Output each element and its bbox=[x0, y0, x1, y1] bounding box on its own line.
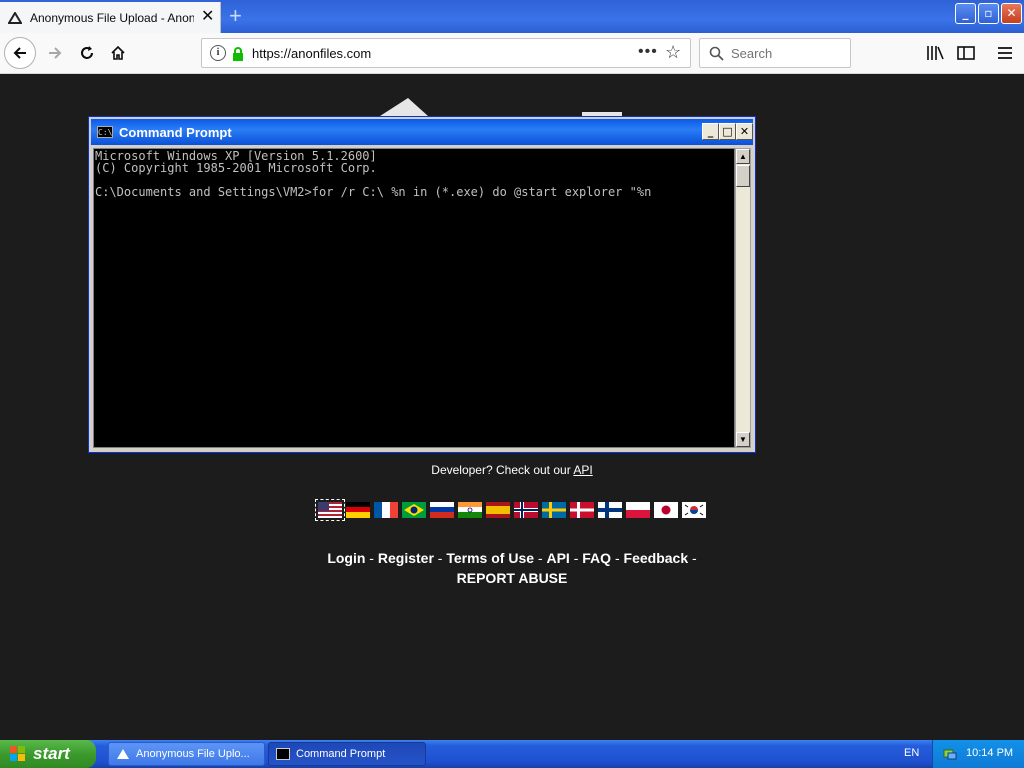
window-title: Command Prompt bbox=[119, 125, 232, 140]
page-actions-icon[interactable]: ••• bbox=[638, 43, 658, 61]
footer-links: Login - Register - Terms of Use - API - … bbox=[0, 548, 1024, 588]
browser-tab-active[interactable]: Anonymous File Upload - AnonFiles ✕ bbox=[0, 2, 221, 33]
register-link[interactable]: Register bbox=[378, 550, 434, 566]
taskbar-item-command-prompt[interactable]: Command Prompt bbox=[268, 742, 426, 766]
separator: - bbox=[433, 550, 447, 566]
reload-icon bbox=[81, 46, 93, 59]
language-indicator[interactable]: EN bbox=[904, 747, 919, 759]
vertical-scrollbar[interactable]: ▲ ▼ bbox=[735, 148, 751, 448]
new-tab-button[interactable]: + bbox=[229, 2, 242, 30]
console-line: (C) Copyright 1985-2001 Microsoft Corp. bbox=[95, 161, 377, 175]
bookmark-star-icon[interactable]: ☆ bbox=[665, 42, 681, 63]
separator: - bbox=[534, 550, 547, 566]
console-output[interactable]: Microsoft Windows XP [Version 5.1.2600] … bbox=[93, 148, 735, 448]
library-icon bbox=[927, 46, 944, 60]
windows-taskbar: start Anonymous File Uplo... Command Pro… bbox=[0, 740, 1024, 768]
lock-icon bbox=[233, 47, 243, 61]
taskbar-item-label: Anonymous File Uplo... bbox=[136, 748, 250, 760]
scrollbar-thumb[interactable] bbox=[736, 165, 750, 187]
search-bar[interactable]: Search bbox=[699, 38, 851, 68]
flag-fr-icon[interactable] bbox=[374, 502, 398, 518]
scroll-up-arrow-icon[interactable]: ▲ bbox=[736, 149, 750, 164]
url-text[interactable]: https://anonfiles.com bbox=[252, 46, 371, 61]
forward-button[interactable] bbox=[40, 39, 70, 67]
back-arrow-icon bbox=[13, 47, 26, 59]
console-command-line[interactable]: C:\Documents and Settings\VM2>for /r C:\… bbox=[95, 186, 651, 198]
cmd-maximize-button[interactable]: □ bbox=[719, 123, 736, 140]
windows-logo-icon bbox=[10, 746, 25, 761]
flag-pl-icon[interactable] bbox=[626, 502, 650, 518]
tab-title: Anonymous File Upload - AnonFiles bbox=[30, 11, 194, 25]
flag-in-icon[interactable] bbox=[458, 502, 482, 518]
system-tray: 10:14 PM bbox=[932, 740, 1024, 768]
menu-button[interactable] bbox=[990, 39, 1020, 67]
minimize-window-button[interactable]: _ bbox=[955, 3, 976, 24]
flag-ru-icon[interactable] bbox=[430, 502, 454, 518]
back-button[interactable] bbox=[4, 37, 36, 69]
flag-fi-icon[interactable] bbox=[598, 502, 622, 518]
flag-no-icon[interactable] bbox=[514, 502, 538, 518]
taskbar-clock[interactable]: 10:14 PM bbox=[966, 747, 1013, 759]
browser-tab-strip: Anonymous File Upload - AnonFiles ✕ + _ … bbox=[0, 0, 1024, 33]
browser-nav-bar: i https://anonfiles.com ••• ☆ Search bbox=[0, 33, 1024, 74]
login-link[interactable]: Login bbox=[327, 550, 365, 566]
start-label: start bbox=[33, 744, 70, 763]
search-placeholder: Search bbox=[731, 46, 773, 61]
api-link[interactable]: API bbox=[573, 463, 592, 477]
cmd-icon: C:\ bbox=[97, 126, 113, 138]
developer-text: Developer? Check out our bbox=[431, 463, 574, 477]
taskbar-item-label: Command Prompt bbox=[296, 748, 386, 760]
cmd-minimize-button[interactable]: _ bbox=[702, 123, 719, 140]
feedback-link[interactable]: Feedback bbox=[624, 550, 689, 566]
library-button[interactable] bbox=[920, 39, 950, 67]
flag-se-icon[interactable] bbox=[542, 502, 566, 518]
flag-br-icon[interactable] bbox=[402, 502, 426, 518]
flag-jp-icon[interactable] bbox=[654, 502, 678, 518]
separator: - bbox=[365, 550, 378, 566]
url-bar[interactable]: i https://anonfiles.com ••• ☆ bbox=[201, 38, 691, 68]
cmd-close-button[interactable]: ✕ bbox=[736, 123, 753, 140]
separator: - bbox=[569, 550, 583, 566]
hamburger-menu-icon bbox=[998, 47, 1012, 59]
faq-link[interactable]: FAQ bbox=[582, 550, 611, 566]
site-logo-fragment-icon bbox=[380, 98, 428, 116]
restore-window-button[interactable]: ▫ bbox=[978, 3, 999, 24]
taskbar-item-browser[interactable]: Anonymous File Uplo... bbox=[108, 742, 265, 766]
command-prompt-titlebar[interactable]: C:\ Command Prompt _ □ ✕ bbox=[91, 119, 753, 145]
site-info-icon[interactable]: i bbox=[210, 45, 226, 61]
report-abuse-link[interactable]: REPORT ABUSE bbox=[457, 570, 568, 586]
forward-arrow-icon bbox=[49, 47, 62, 59]
flag-kr-icon[interactable] bbox=[682, 502, 706, 518]
command-prompt-window[interactable]: C:\ Command Prompt _ □ ✕ Microsoft Windo… bbox=[88, 116, 756, 453]
footer-api-link[interactable]: API bbox=[546, 550, 569, 566]
flag-dk-icon[interactable] bbox=[570, 502, 594, 518]
network-icon[interactable] bbox=[943, 747, 957, 761]
reload-button[interactable] bbox=[72, 39, 102, 67]
close-window-button[interactable]: ✕ bbox=[1001, 3, 1022, 24]
flag-de-icon[interactable] bbox=[346, 502, 370, 518]
developer-api-notice: Developer? Check out our API bbox=[0, 463, 1024, 477]
separator: - bbox=[611, 550, 624, 566]
home-icon bbox=[111, 45, 125, 60]
anonfiles-favicon-icon bbox=[8, 12, 22, 24]
flag-es-icon[interactable] bbox=[486, 502, 510, 518]
home-button[interactable] bbox=[103, 39, 133, 67]
cmd-taskbar-icon bbox=[276, 748, 290, 760]
flag-us-icon[interactable] bbox=[315, 499, 345, 521]
tab-close-icon[interactable]: ✕ bbox=[201, 8, 214, 26]
terms-link[interactable]: Terms of Use bbox=[446, 550, 534, 566]
separator: - bbox=[688, 550, 697, 566]
scroll-down-arrow-icon[interactable]: ▼ bbox=[736, 432, 750, 447]
sidebar-icon bbox=[957, 46, 975, 60]
sidebar-toggle-button[interactable] bbox=[951, 39, 981, 67]
browser-icon bbox=[117, 749, 129, 759]
search-icon bbox=[709, 46, 724, 61]
start-button[interactable]: start bbox=[0, 740, 96, 768]
